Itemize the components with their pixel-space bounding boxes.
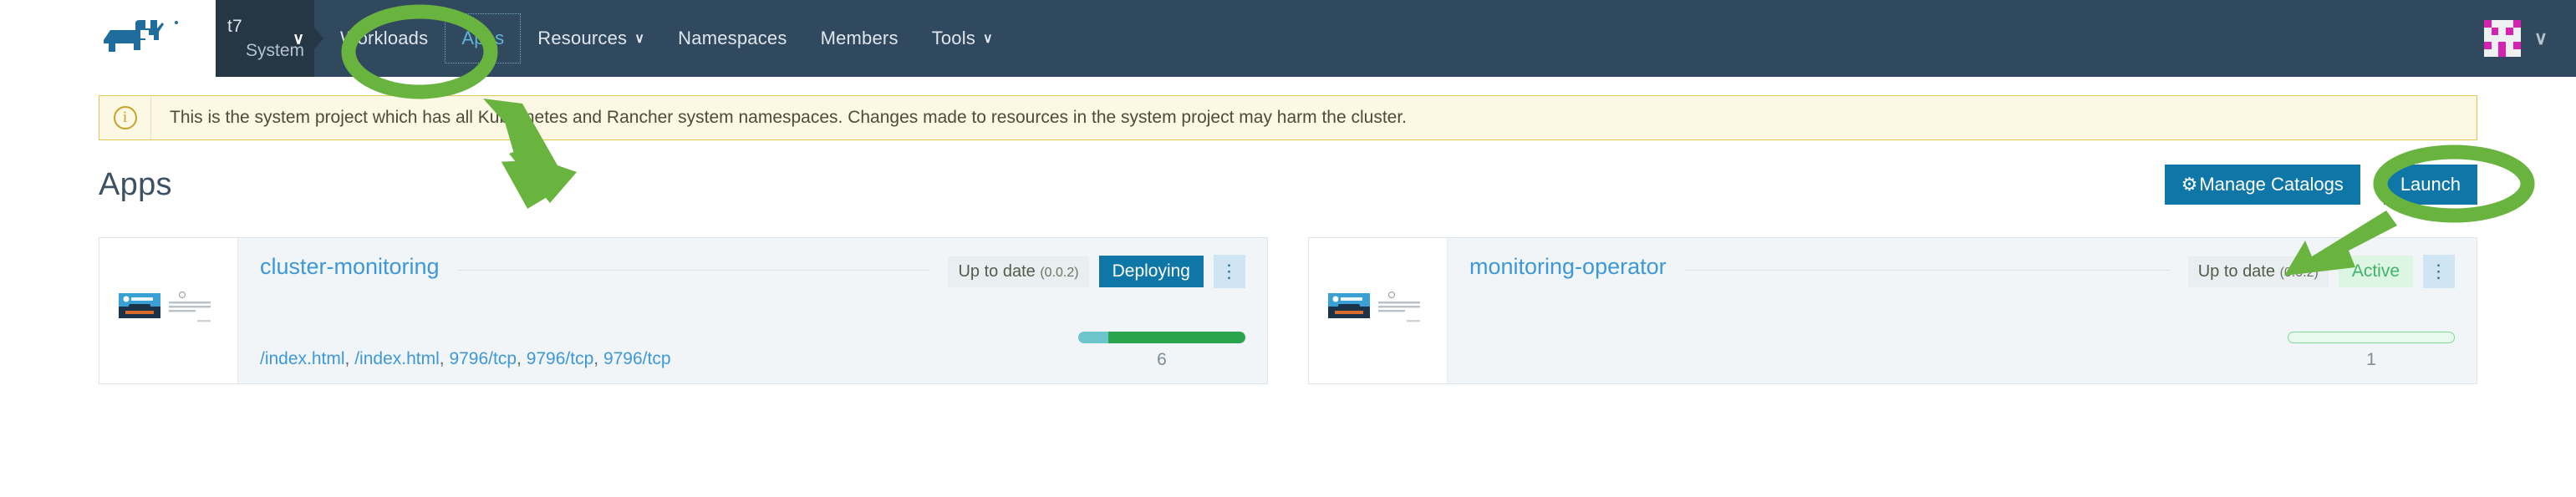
- app-version: (0.0.2): [2279, 265, 2319, 280]
- nav-item-members[interactable]: Members: [804, 0, 915, 77]
- manage-catalogs-label: Manage Catalogs: [2199, 174, 2344, 195]
- selector-arrow-notch: [314, 28, 323, 49]
- up-to-date-label: Up to date (0.0.2): [948, 256, 1089, 287]
- status-badge: Active: [2338, 256, 2413, 287]
- nav-label: Resources: [537, 28, 628, 48]
- app-status-group: Up to date (0.0.2) Active ⋮: [2187, 255, 2455, 288]
- progress-count: 6: [1157, 350, 1167, 369]
- app-progress: 6: [1078, 332, 1245, 370]
- app-progress: 1: [2288, 332, 2455, 370]
- gear-icon: ⚙: [2181, 174, 2198, 195]
- chevron-down-icon: ∨: [983, 32, 993, 46]
- project-selector[interactable]: t7 System ∨: [216, 0, 314, 77]
- app-thumbnail-container: [1309, 238, 1448, 383]
- app-status-group: Up to date (0.0.2) Deploying ⋮: [948, 255, 1245, 288]
- kebab-menu-icon[interactable]: ⋮: [1214, 255, 1245, 288]
- nav-label: Workloads: [340, 28, 429, 48]
- link-separator: ,: [593, 348, 603, 368]
- up-to-date-text: Up to date: [958, 261, 1036, 281]
- system-project-warning-banner: i This is the system project which has a…: [99, 95, 2477, 140]
- endpoint-link[interactable]: 9796/tcp: [527, 349, 594, 368]
- divider: [457, 270, 930, 271]
- app-name-link[interactable]: monitoring-operator: [1469, 255, 1667, 279]
- progress-segment-ready: [1108, 332, 1245, 343]
- selector-cluster-name: t7: [227, 16, 242, 36]
- progress-bar: [1078, 332, 1245, 343]
- nav-item-apps[interactable]: Apps: [445, 13, 522, 63]
- nav-item-workloads[interactable]: Workloads: [323, 0, 445, 77]
- nav-label: Tools: [931, 28, 976, 48]
- app-card-bottom-row: /index.html, /index.html, 9796/tcp, 9796…: [260, 332, 1245, 370]
- chevron-down-icon: ∨: [293, 30, 304, 48]
- endpoint-link[interactable]: /index.html: [354, 349, 440, 368]
- progress-segment-pending: [1078, 332, 1108, 343]
- main-nav: Workloads Apps Resources ∨ Namespaces Me…: [323, 0, 2484, 77]
- app-version: (0.0.2): [1040, 265, 1079, 280]
- page-header-row: Apps ⚙ Manage Catalogs Launch: [99, 160, 2477, 209]
- header-right-group: ∨: [2483, 0, 2576, 77]
- app-card-bottom-row: 1: [1469, 332, 2455, 370]
- endpoint-link[interactable]: 9796/tcp: [449, 349, 517, 368]
- banner-message: This is the system project which has all…: [170, 108, 1408, 127]
- nav-item-tools[interactable]: Tools ∨: [915, 0, 1010, 77]
- app-card-body: cluster-monitoring Up to date (0.0.2) De…: [238, 238, 1267, 383]
- app-card-body: monitoring-operator Up to date (0.0.2) A…: [1448, 238, 2477, 383]
- banner-icon-container: i: [99, 96, 151, 139]
- launch-button[interactable]: Launch: [2383, 165, 2477, 205]
- up-to-date-text: Up to date: [2197, 261, 2275, 281]
- up-to-date-label: Up to date (0.0.2): [2187, 256, 2329, 287]
- info-circle-icon: i: [113, 106, 137, 129]
- app-thumbnail-container: [99, 238, 238, 383]
- top-header: t7 System ∨ Workloads Apps Resources ∨ N…: [0, 0, 2576, 77]
- manage-catalogs-button[interactable]: ⚙ Manage Catalogs: [2164, 165, 2360, 205]
- apps-card-list: cluster-monitoring Up to date (0.0.2) De…: [99, 237, 2477, 384]
- rancher-cow-logo: [104, 20, 178, 52]
- link-separator: ,: [517, 348, 527, 368]
- chevron-down-icon: ∨: [634, 32, 645, 46]
- app-name-link[interactable]: cluster-monitoring: [260, 255, 440, 279]
- divider: [1684, 270, 2170, 271]
- nav-item-resources[interactable]: Resources ∨: [521, 0, 661, 77]
- progress-count: 1: [2366, 350, 2376, 369]
- link-separator: ,: [344, 348, 355, 368]
- avatar[interactable]: [2483, 20, 2521, 57]
- kebab-menu-icon[interactable]: ⋮: [2423, 255, 2455, 288]
- progress-bar: [2288, 332, 2455, 343]
- app-card-top-row: monitoring-operator Up to date (0.0.2) A…: [1469, 255, 2455, 288]
- app-card-cluster-monitoring[interactable]: cluster-monitoring Up to date (0.0.2) De…: [99, 237, 1268, 384]
- selector-project-name: System: [246, 41, 305, 60]
- rancher-logo-container[interactable]: [0, 0, 216, 77]
- prometheus-operator-thumbnail: [118, 291, 211, 322]
- endpoint-link[interactable]: 9796/tcp: [603, 349, 671, 368]
- app-card-monitoring-operator[interactable]: monitoring-operator Up to date (0.0.2) A…: [1308, 237, 2477, 384]
- nav-label: Apps: [461, 28, 505, 48]
- page-title: Apps: [99, 166, 172, 202]
- nav-item-namespaces[interactable]: Namespaces: [661, 0, 803, 77]
- app-endpoint-links[interactable]: /index.html, /index.html, 9796/tcp, 9796…: [260, 347, 671, 370]
- endpoint-link[interactable]: /index.html: [260, 349, 345, 368]
- page-actions: ⚙ Manage Catalogs Launch: [2164, 165, 2477, 205]
- link-separator: ,: [439, 348, 450, 368]
- launch-label: Launch: [2400, 174, 2461, 195]
- nav-label: Namespaces: [678, 28, 787, 48]
- prometheus-operator-thumbnail: [1327, 291, 1420, 322]
- app-card-top-row: cluster-monitoring Up to date (0.0.2) De…: [260, 255, 1245, 288]
- status-badge: Deploying: [1098, 256, 1204, 287]
- chevron-down-icon[interactable]: ∨: [2534, 28, 2548, 49]
- nav-label: Members: [820, 28, 899, 48]
